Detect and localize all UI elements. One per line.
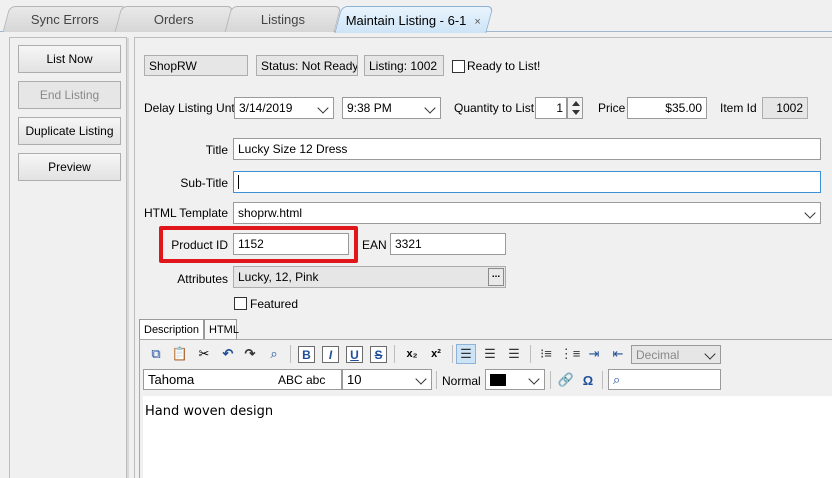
- redo-icon[interactable]: ↷: [240, 344, 260, 364]
- font-preview: ABC abc: [278, 372, 326, 387]
- ready-to-list-checkbox[interactable]: [452, 60, 465, 73]
- action-panel: List Now End Listing Duplicate Listing P…: [9, 37, 129, 478]
- attributes-field: Lucky, 12, Pink: [233, 266, 506, 288]
- align-center-icon[interactable]: ☰: [480, 344, 500, 364]
- align-right-icon[interactable]: ☰: [504, 344, 524, 364]
- toolbar-separator: [290, 345, 291, 363]
- quantity-label: Quantity to List: [454, 101, 535, 115]
- list-now-button[interactable]: List Now: [18, 45, 121, 73]
- price-field[interactable]: $35.00: [627, 97, 707, 119]
- html-template-select[interactable]: shoprw.html: [233, 202, 821, 224]
- tab-html[interactable]: HTML: [204, 319, 239, 339]
- editor-search-input[interactable]: ⌕: [608, 369, 721, 390]
- bullet-list-icon[interactable]: ⁝≡: [536, 344, 556, 364]
- editor-content[interactable]: Hand woven design: [143, 396, 832, 478]
- highlight-box: [159, 226, 358, 263]
- item-id-field: 1002: [762, 97, 808, 119]
- toolbar-separator: [530, 345, 531, 363]
- quantity-spin-buttons[interactable]: [567, 97, 583, 119]
- underline-icon[interactable]: U: [346, 346, 363, 363]
- attributes-label: Attributes: [177, 272, 228, 286]
- font-select[interactable]: Tahoma ABC abc: [143, 369, 342, 390]
- subtitle-label: Sub-Title: [180, 176, 228, 190]
- paste-icon[interactable]: 📋: [170, 344, 190, 364]
- chevron-down-icon: [704, 348, 716, 360]
- text-caret: [238, 175, 239, 189]
- toolbar-separator: [452, 345, 453, 363]
- font-size-select[interactable]: 10: [342, 369, 432, 390]
- tab-listings[interactable]: Listings: [224, 6, 342, 32]
- tab-orders[interactable]: Orders: [114, 6, 234, 32]
- spin-down-icon[interactable]: [572, 110, 580, 115]
- link-icon[interactable]: 🔗: [556, 370, 576, 390]
- title-input[interactable]: Lucky Size 12 Dress: [233, 138, 821, 160]
- ready-to-list-label: Ready to List!: [467, 59, 541, 73]
- color-picker[interactable]: [485, 369, 545, 390]
- price-label: Price: [598, 101, 626, 115]
- duplicate-listing-button[interactable]: Duplicate Listing: [18, 117, 121, 145]
- quantity-stepper[interactable]: 1: [535, 97, 567, 119]
- chevron-down-icon: [317, 102, 329, 114]
- undo-icon[interactable]: ↶: [218, 344, 238, 364]
- toolbar-separator: [550, 371, 551, 389]
- end-listing-button: End Listing: [18, 81, 121, 109]
- align-left-icon[interactable]: ☰: [456, 344, 476, 364]
- cut-icon[interactable]: ✂: [194, 344, 214, 364]
- tab-sync-errors[interactable]: Sync Errors: [2, 6, 128, 32]
- close-tab-icon[interactable]: ×: [475, 16, 481, 28]
- tab-description[interactable]: Description: [139, 319, 204, 340]
- html-template-label: HTML Template: [143, 206, 228, 220]
- subtitle-input[interactable]: [233, 171, 821, 193]
- chevron-down-icon: [415, 373, 427, 385]
- subscript-icon[interactable]: x₂: [402, 344, 422, 364]
- preview-button[interactable]: Preview: [18, 153, 121, 181]
- description-editor: ⧉ 📋 ✂ ↶ ↷ ⌕ B I U S x₂ x² ☰ ☰ ☰ ⁝≡ ⋮≡ ⇥ …: [139, 339, 832, 478]
- account-field: ShopRW: [144, 55, 248, 76]
- attributes-more-button[interactable]: ...: [488, 268, 504, 286]
- tab-maintain-listing[interactable]: Maintain Listing - 6-1 ×: [334, 6, 494, 33]
- title-label: Title: [205, 143, 228, 157]
- special-character-icon[interactable]: Ω: [578, 370, 598, 390]
- delay-listing-label: Delay Listing Until: [144, 101, 241, 115]
- featured-label: Featured: [250, 297, 299, 311]
- toolbar-separator: [602, 371, 603, 389]
- italic-icon[interactable]: I: [322, 346, 339, 363]
- numbered-list-icon[interactable]: ⋮≡: [560, 344, 581, 364]
- item-id-label: Item Id: [720, 101, 757, 115]
- delay-date-picker[interactable]: 3/14/2019: [234, 97, 334, 119]
- ean-input[interactable]: 3321: [390, 233, 506, 255]
- chevron-down-icon: [424, 102, 436, 114]
- featured-checkbox[interactable]: [234, 297, 247, 310]
- chevron-down-icon: [804, 207, 816, 219]
- tab-bar: Sync Errors Orders Listings Maintain Lis…: [0, 0, 832, 33]
- toolbar-separator: [436, 371, 437, 389]
- ean-label: EAN: [362, 238, 387, 252]
- copy-icon[interactable]: ⧉: [146, 344, 166, 364]
- strikethrough-icon[interactable]: S: [370, 346, 387, 363]
- status-field: Status: Not Ready: [256, 55, 358, 76]
- bold-icon[interactable]: B: [298, 346, 315, 363]
- paragraph-style-label: Normal: [442, 374, 481, 388]
- chevron-down-icon: [528, 373, 540, 385]
- listing-number-field: Listing: 1002: [364, 55, 444, 76]
- search-icon: ⌕: [613, 371, 621, 387]
- toolbar-separator: [394, 345, 395, 363]
- outdent-icon[interactable]: ⇤: [608, 344, 628, 364]
- delay-time-picker[interactable]: 9:38 PM: [342, 97, 441, 119]
- indent-icon[interactable]: ⇥: [584, 344, 604, 364]
- spin-up-icon[interactable]: [572, 101, 580, 106]
- color-swatch: [490, 373, 506, 386]
- superscript-icon[interactable]: x²: [426, 344, 446, 364]
- list-format-select: Decimal: [631, 345, 721, 364]
- find-icon[interactable]: ⌕: [264, 344, 284, 364]
